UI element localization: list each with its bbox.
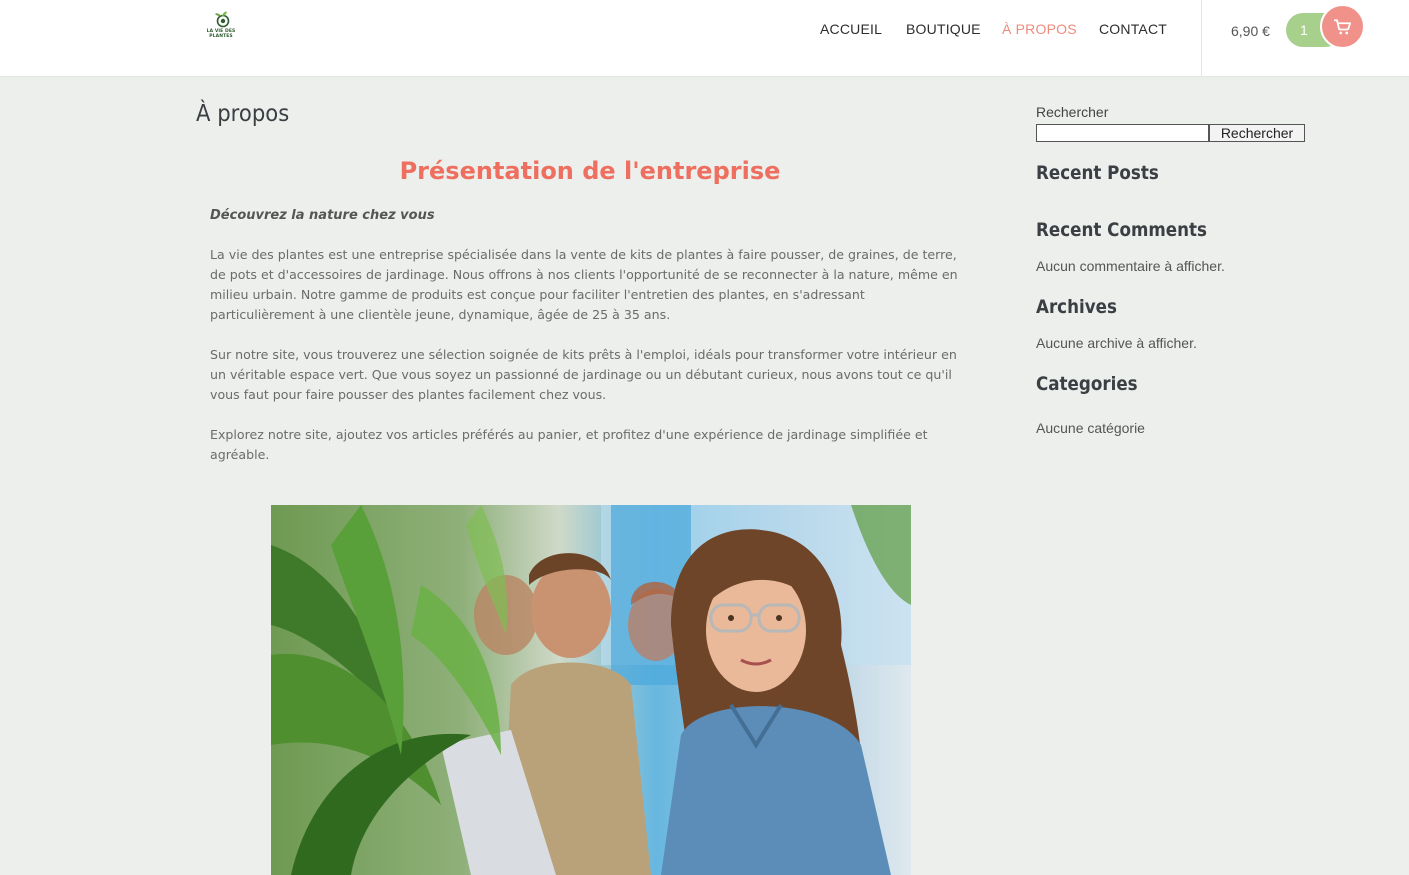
nav-contact[interactable]: CONTACT [1099,21,1167,37]
recent-comments-empty: Aucun commentaire à afficher. [1036,258,1225,274]
nav-a-propos[interactable]: À PROPOS [1002,21,1077,37]
team-photo [271,505,911,875]
intro-paragraph: La vie des plantes est une entreprise sp… [210,247,958,322]
recent-comments-title: Recent Comments [1036,219,1207,241]
shopping-cart-icon [1334,19,1352,35]
search-input[interactable] [1036,124,1209,142]
archives-empty: Aucune archive à afficher. [1036,335,1197,351]
tagline: Découvrez la nature chez vous [210,208,435,223]
recent-posts-title: Recent Posts [1036,162,1159,184]
categories-empty: Aucune catégorie [1036,420,1145,436]
explore-paragraph: Explorez notre site, ajoutez vos article… [210,427,928,462]
page-title: À propos [196,101,290,127]
section-title: Présentation de l'entreprise [399,157,781,185]
site-header: LA VIE DES PLANTES ACCUEIL BOUTIQUE À PR… [0,0,1409,77]
logo-sprout-icon [215,11,230,28]
archives-title: Archives [1036,296,1117,318]
cart-total[interactable]: 6,90 € [1231,23,1270,39]
cart-button[interactable] [1320,4,1365,49]
search-button[interactable]: Rechercher [1209,124,1305,142]
team-photo-illustration [271,505,911,875]
search-label: Rechercher [1036,104,1109,120]
offer-paragraph: Sur notre site, vous trouverez une sélec… [210,347,957,402]
categories-title: Categories [1036,373,1138,395]
site-logo[interactable]: LA VIE DES PLANTES [203,10,239,44]
nav-boutique[interactable]: BOUTIQUE [906,21,981,37]
logo-text: LA VIE DES PLANTES [206,29,236,39]
header-divider [1201,0,1202,77]
nav-accueil[interactable]: ACCUEIL [820,21,882,37]
